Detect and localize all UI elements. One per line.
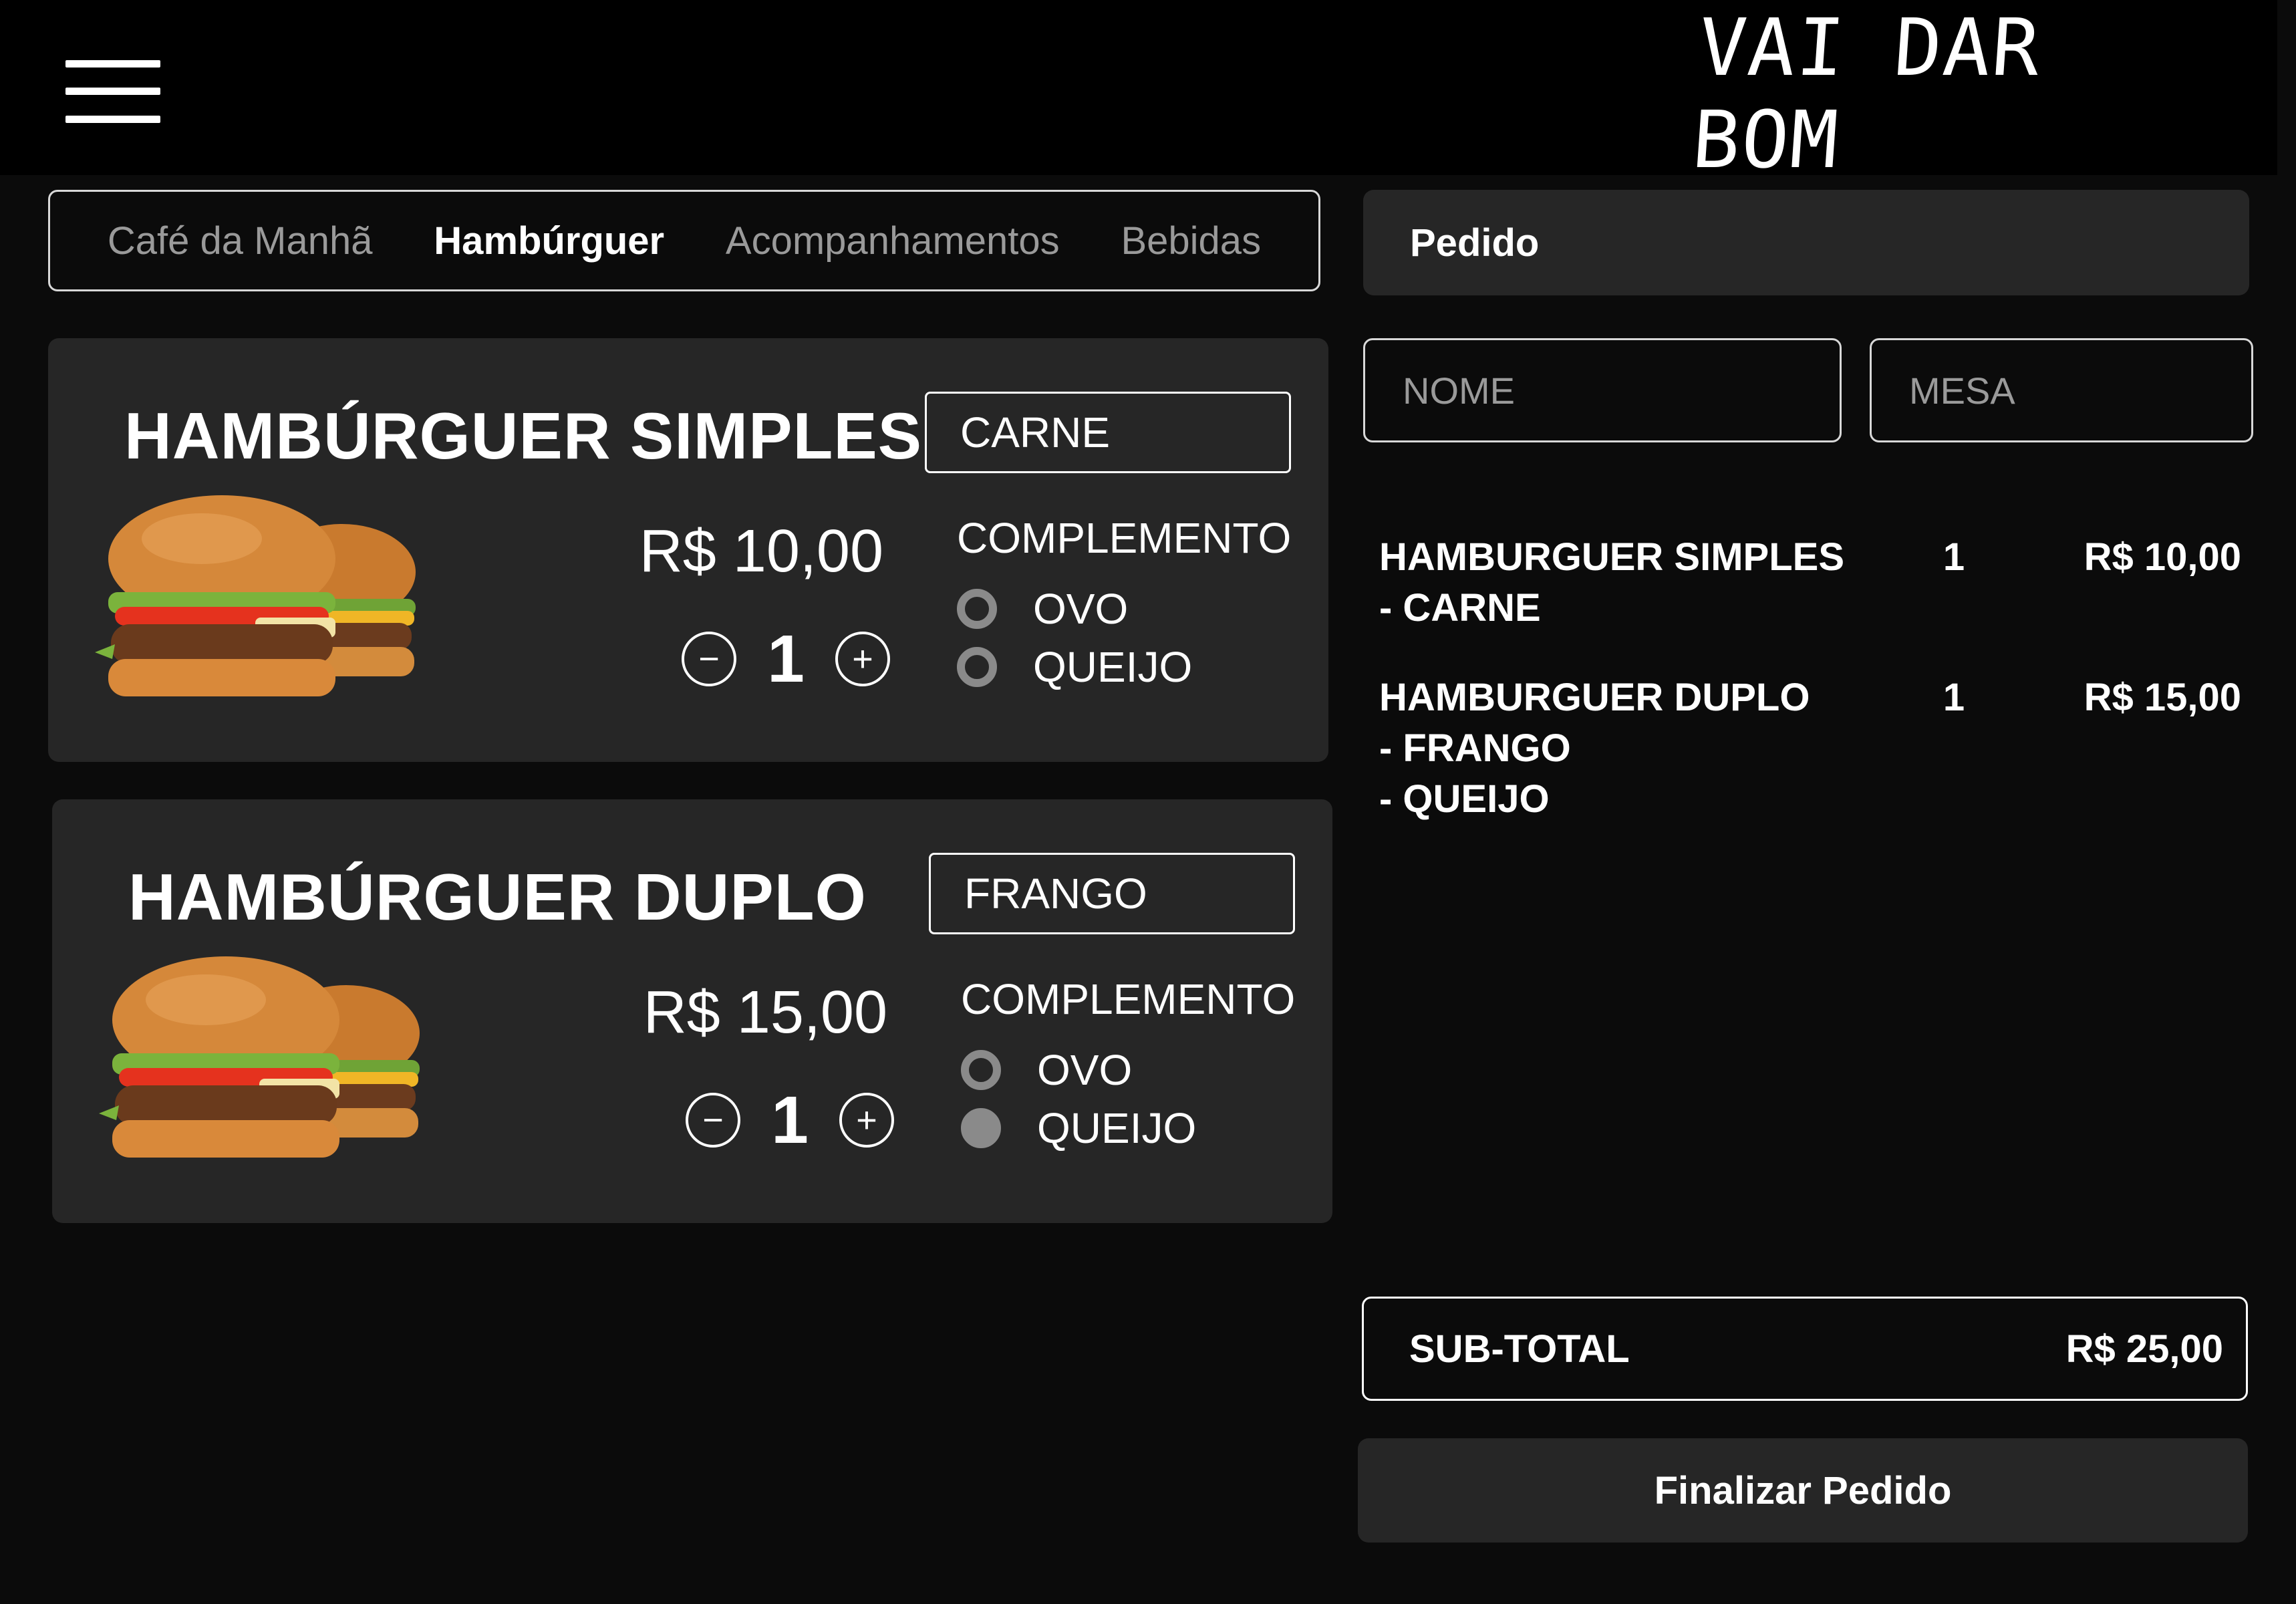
plus-circle-icon[interactable]: +: [835, 632, 890, 686]
protein-select[interactable]: CARNE: [925, 392, 1291, 473]
radio-button-icon[interactable]: [957, 589, 997, 629]
product-title: HAMBÚRGUER DUPLO: [128, 860, 867, 934]
option-label: OVO: [1033, 585, 1129, 633]
minus-circle-icon[interactable]: −: [686, 1093, 740, 1148]
subtotal-value: R$ 25,00: [2065, 1327, 2223, 1371]
protein-select[interactable]: FRANGO: [929, 853, 1295, 934]
order-item-name: HAMBURGUER SIMPLES: [1379, 535, 1845, 579]
order-item-price: R$ 10,00: [2084, 535, 2241, 579]
order-item-name: HAMBURGUER DUPLO: [1379, 676, 1810, 719]
minus-circle-icon[interactable]: −: [682, 632, 736, 686]
hamburger-menu-icon[interactable]: [65, 60, 160, 123]
option-label: QUEIJO: [1037, 1104, 1197, 1152]
product-card-hamburguer-duplo: HAMBÚRGUER DUPLO R$ 15,00 − 1 + FRANGO C…: [52, 799, 1332, 1223]
burger-image: [99, 956, 420, 1158]
finalize-order-button[interactable]: Finalizar Pedido: [1358, 1438, 2248, 1543]
table-input[interactable]: [1870, 338, 2253, 442]
quantity-value: 1: [767, 621, 805, 696]
quantity-value: 1: [771, 1082, 809, 1158]
top-bar: VAI DAR BOM: [0, 0, 2277, 186]
order-item-option: - CARNE: [1379, 586, 1541, 630]
quantity-stepper: − 1 +: [609, 619, 890, 699]
option-label: QUEIJO: [1033, 643, 1193, 691]
order-item-option: - QUEIJO: [1379, 777, 1550, 821]
tab-hamburguer[interactable]: Hambúrguer: [434, 219, 664, 263]
name-input[interactable]: [1363, 338, 1842, 442]
burger-image: [95, 495, 416, 696]
tab-bebidas[interactable]: Bebidas: [1121, 219, 1261, 263]
option-label: OVO: [1037, 1046, 1133, 1094]
order-item-option: - FRANGO: [1379, 726, 1571, 770]
tab-acompanhamentos[interactable]: Acompanhamentos: [726, 219, 1060, 263]
complement-label: COMPLEMENTO: [957, 514, 1292, 562]
option-ovo[interactable]: OVO: [957, 584, 1128, 634]
quantity-stepper: − 1 +: [613, 1080, 894, 1160]
complement-label: COMPLEMENTO: [961, 975, 1296, 1023]
radio-button-icon[interactable]: [957, 647, 997, 687]
subtotal-label: SUB-TOTAL: [1409, 1327, 1630, 1371]
order-item-quantity: 1: [1943, 676, 1965, 719]
order-item-description: HAMBURGUER DUPLO - FRANGO - QUEIJO: [1379, 672, 1847, 825]
product-price: R$ 10,00: [639, 518, 883, 585]
brand-logo: VAI DAR BOM: [1689, 1, 2044, 186]
product-card-hamburguer-simples: HAMBÚRGUER SIMPLES R$ 10,00 − 1 + CARNE …: [48, 338, 1328, 762]
tab-cafe-da-manha[interactable]: Café da Manhã: [108, 219, 373, 263]
option-queijo[interactable]: QUEIJO: [957, 642, 1192, 692]
radio-button-icon[interactable]: [961, 1050, 1001, 1090]
order-item-price: R$ 15,00: [2084, 676, 2241, 719]
subtotal-box: SUB-TOTAL R$ 25,00: [1362, 1297, 2248, 1401]
option-queijo[interactable]: QUEIJO: [961, 1103, 1196, 1153]
product-title: HAMBÚRGUER SIMPLES: [124, 399, 923, 473]
plus-circle-icon[interactable]: +: [839, 1093, 894, 1148]
radio-button-icon[interactable]: [961, 1108, 1001, 1148]
product-price: R$ 15,00: [643, 979, 887, 1046]
option-ovo[interactable]: OVO: [961, 1045, 1132, 1095]
order-item-quantity: 1: [1943, 535, 1965, 579]
category-tabs: Café da Manhã Hambúrguer Acompanhamentos…: [48, 190, 1320, 291]
order-item-description: HAMBURGUER SIMPLES - CARNE: [1379, 532, 1847, 634]
order-header: Pedido: [1363, 190, 2249, 295]
